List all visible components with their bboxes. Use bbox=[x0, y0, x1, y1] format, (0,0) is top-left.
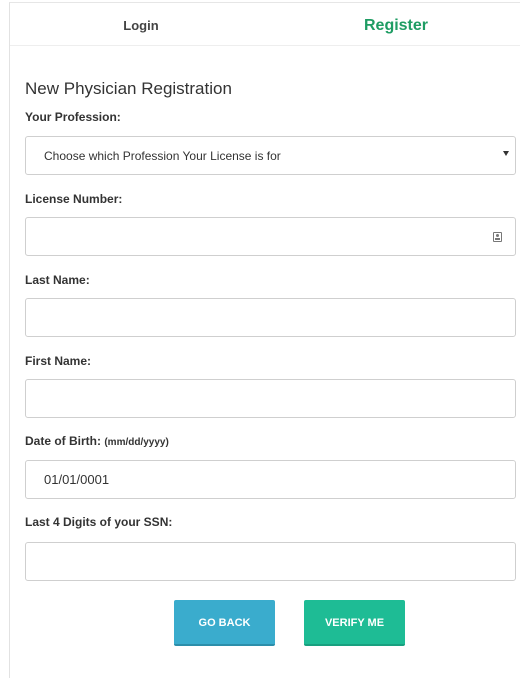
dob-label-text: Date of Birth: bbox=[25, 434, 101, 448]
tab-login[interactable]: Login bbox=[10, 3, 272, 45]
ssn-input[interactable] bbox=[25, 542, 516, 581]
first-name-label: First Name: bbox=[25, 354, 92, 368]
profession-selected-value: Choose which Profession Your License is … bbox=[44, 149, 281, 163]
license-number-input[interactable] bbox=[25, 217, 516, 256]
dob-value: 01/01/0001 bbox=[44, 472, 110, 487]
tab-divider bbox=[10, 45, 520, 46]
ssn-label: Last 4 Digits of your SSN: bbox=[25, 515, 173, 529]
tab-bar: Login Register bbox=[10, 3, 520, 46]
profession-label: Your Profession: bbox=[25, 110, 121, 124]
first-name-input[interactable] bbox=[25, 379, 516, 418]
verify-me-button[interactable]: VERIFY ME bbox=[304, 600, 405, 646]
dob-format-hint: (mm/dd/yyyy) bbox=[104, 437, 169, 448]
go-back-button[interactable]: GO BACK bbox=[174, 600, 275, 646]
dob-input[interactable]: 01/01/0001 bbox=[25, 460, 516, 499]
form-heading: New Physician Registration bbox=[25, 79, 232, 98]
contact-card-icon[interactable] bbox=[493, 232, 502, 242]
last-name-label: Last Name: bbox=[25, 273, 90, 287]
last-name-input[interactable] bbox=[25, 298, 516, 337]
dob-label: Date of Birth: (mm/dd/yyyy) bbox=[25, 434, 169, 448]
registration-panel: Login Register New Physician Registratio… bbox=[9, 2, 520, 678]
chevron-down-icon bbox=[503, 151, 509, 156]
profession-select[interactable]: Choose which Profession Your License is … bbox=[25, 136, 516, 175]
tab-register[interactable]: Register bbox=[272, 3, 520, 45]
license-number-label: License Number: bbox=[25, 192, 123, 206]
